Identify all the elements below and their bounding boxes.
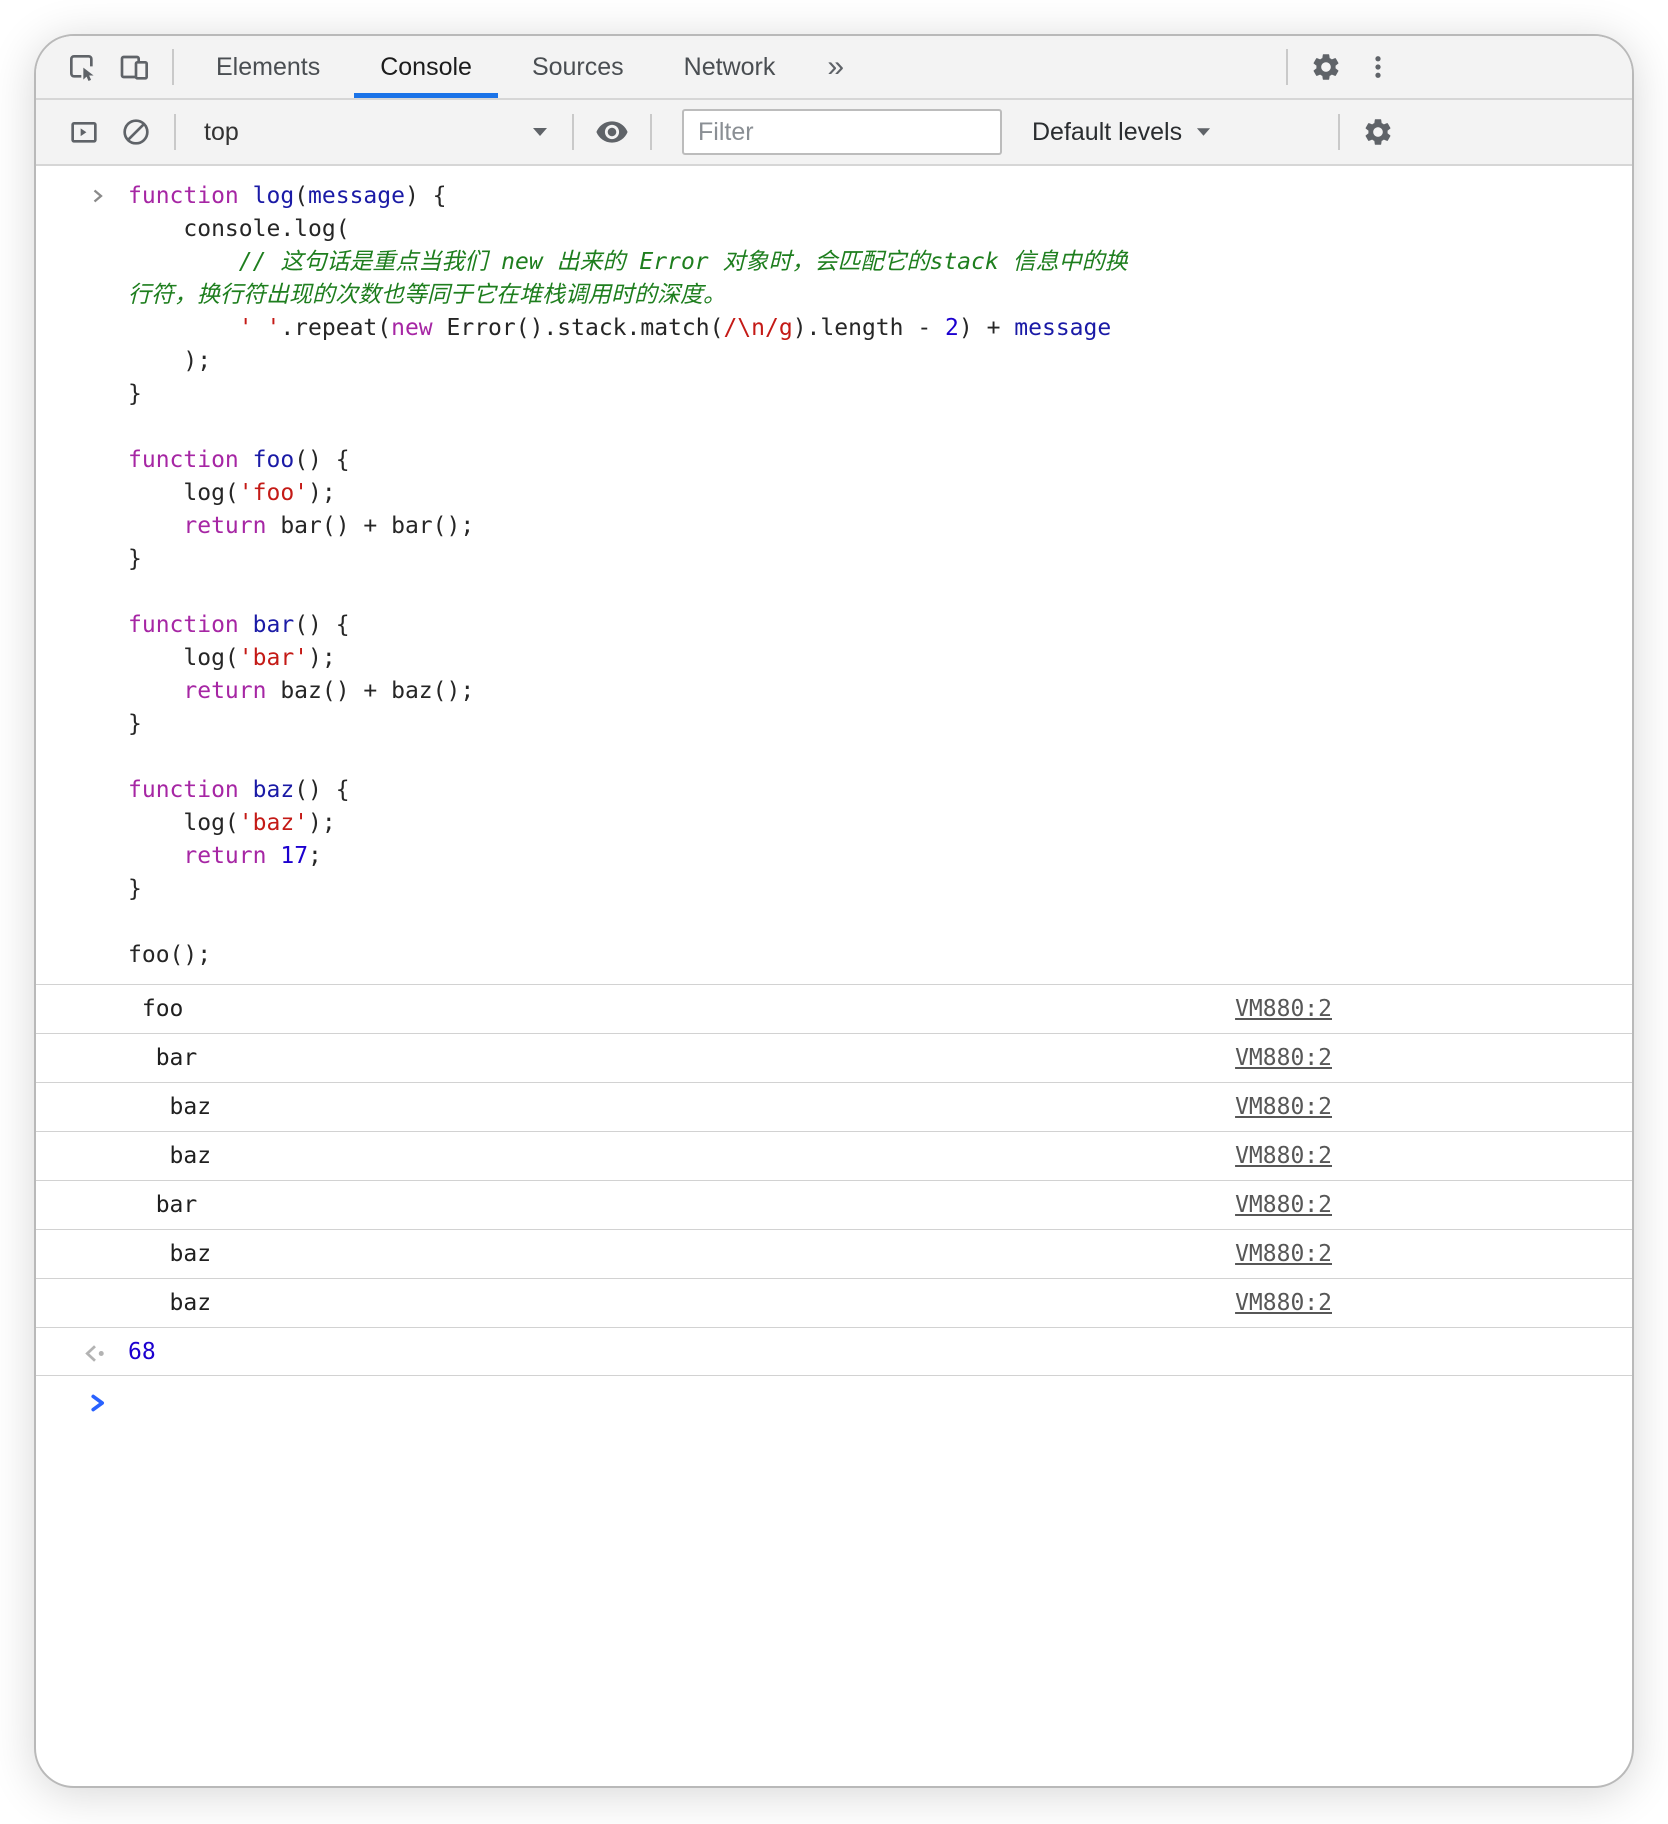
context-label: top [204,118,239,147]
code-line: } [128,378,1592,411]
code-line: log('foo'); [128,477,1592,510]
console-log-row: bar VM880:2 [36,1033,1632,1082]
console-log-row: baz VM880:2 [36,1082,1632,1131]
source-link[interactable]: VM880:2 [1235,1241,1332,1267]
code-line: console.log( [128,213,1592,246]
console-log-row: baz VM880:2 [36,1229,1632,1278]
code-line: } [128,708,1592,741]
code-line: // 这句话是重点当我们 new 出来的 Error 对象时，会匹配它的stac… [128,246,1592,279]
console-prompt[interactable] [36,1376,1632,1430]
console-panel: function log(message) { console.log( // … [36,166,1632,1430]
code-line: function bar() { [128,609,1592,642]
filter-input[interactable] [682,109,1002,155]
devtools-tabbar: ElementsConsoleSourcesNetwork » [36,36,1632,100]
log-message: bar [128,1192,197,1218]
code-line: foo(); [128,939,1592,972]
source-link[interactable]: VM880:2 [1235,1290,1332,1316]
code-line: log('baz'); [128,807,1592,840]
result-value: 68 [128,1339,156,1365]
code-line: function baz() { [128,774,1592,807]
console-sidebar-icon [68,116,100,148]
code-line: ' '.repeat(new Error().stack.match(/\n/g… [128,312,1592,345]
device-toolbar-button[interactable] [108,36,160,98]
console-log-rows: foo VM880:2 bar VM880:2 baz VM880:2 baz VM88… [36,984,1632,1327]
chevron-down-icon [532,127,548,137]
console-toolbar-right [1326,114,1404,150]
device-toolbar-icon [118,51,150,83]
code-line [128,411,1592,444]
code-line: 行符，换行符出现的次数也等同于它在堆栈调用时的深度。 [128,279,1592,312]
tabbar-right [1274,36,1404,98]
source-link[interactable]: VM880:2 [1235,996,1332,1022]
toolbar-divider [572,114,574,150]
code-line: function foo() { [128,444,1592,477]
code-line: return 17; [128,840,1592,873]
gear-icon [1362,116,1394,148]
toolbar-divider [650,114,652,150]
toolbar-divider [1286,49,1288,85]
inspect-icon [66,51,98,83]
console-log-row: baz VM880:2 [36,1278,1632,1327]
code-line: function log(message) { [128,180,1592,213]
console-log-row: baz VM880:2 [36,1131,1632,1180]
code-line [128,741,1592,774]
tab-network[interactable]: Network [654,36,806,98]
log-message: foo [128,996,183,1022]
gear-icon [1310,51,1342,83]
code-line: return baz() + baz(); [128,675,1592,708]
console-log-row: foo VM880:2 [36,984,1632,1033]
log-levels-selector[interactable]: Default levels [1032,118,1211,147]
prompt-chevron-icon [86,1391,110,1421]
code-line: ); [128,345,1592,378]
log-message: baz [128,1241,211,1267]
context-selector[interactable]: top [188,118,560,147]
tab-console[interactable]: Console [350,36,502,98]
return-value-icon [80,1341,110,1372]
log-message: baz [128,1094,211,1120]
console-sidebar-button[interactable] [58,116,110,148]
code-line [128,906,1592,939]
kebab-menu-button[interactable] [1352,52,1404,82]
kebab-menu-icon [1363,52,1393,82]
inspect-button[interactable] [56,36,108,98]
console-input-code: function log(message) { console.log( // … [128,180,1592,972]
toolbar-divider [172,49,174,85]
source-link[interactable]: VM880:2 [1235,1192,1332,1218]
clear-console-icon [120,116,152,148]
source-link[interactable]: VM880:2 [1235,1094,1332,1120]
live-expression-button[interactable] [586,115,638,149]
levels-label: Default levels [1032,118,1182,147]
eye-icon [595,115,629,149]
chevron-down-icon [1196,127,1211,137]
code-line: return bar() + bar(); [128,510,1592,543]
console-log-row: bar VM880:2 [36,1180,1632,1229]
source-link[interactable]: VM880:2 [1235,1143,1332,1169]
toolbar-divider [174,114,176,150]
tab-sources[interactable]: Sources [502,36,654,98]
devtools-window: ElementsConsoleSourcesNetwork » [34,34,1634,1788]
log-message: baz [128,1143,211,1169]
source-link[interactable]: VM880:2 [1235,1045,1332,1071]
code-line: } [128,873,1592,906]
settings-button[interactable] [1300,51,1352,83]
toolbar-divider [1338,114,1340,150]
clear-console-button[interactable] [110,116,162,148]
console-settings-button[interactable] [1352,116,1404,148]
code-line: } [128,543,1592,576]
input-chevron-icon [88,186,108,212]
more-tabs-button[interactable]: » [805,36,866,98]
console-toolbar: top Default levels [36,100,1632,166]
log-message: baz [128,1290,211,1316]
console-result-row: 68 [36,1327,1632,1376]
log-message: bar [128,1045,197,1071]
console-input-echo: function log(message) { console.log( // … [36,166,1632,984]
tab-strip: ElementsConsoleSourcesNetwork [186,36,805,98]
tab-elements[interactable]: Elements [186,36,350,98]
code-line: log('bar'); [128,642,1592,675]
code-line [128,576,1592,609]
